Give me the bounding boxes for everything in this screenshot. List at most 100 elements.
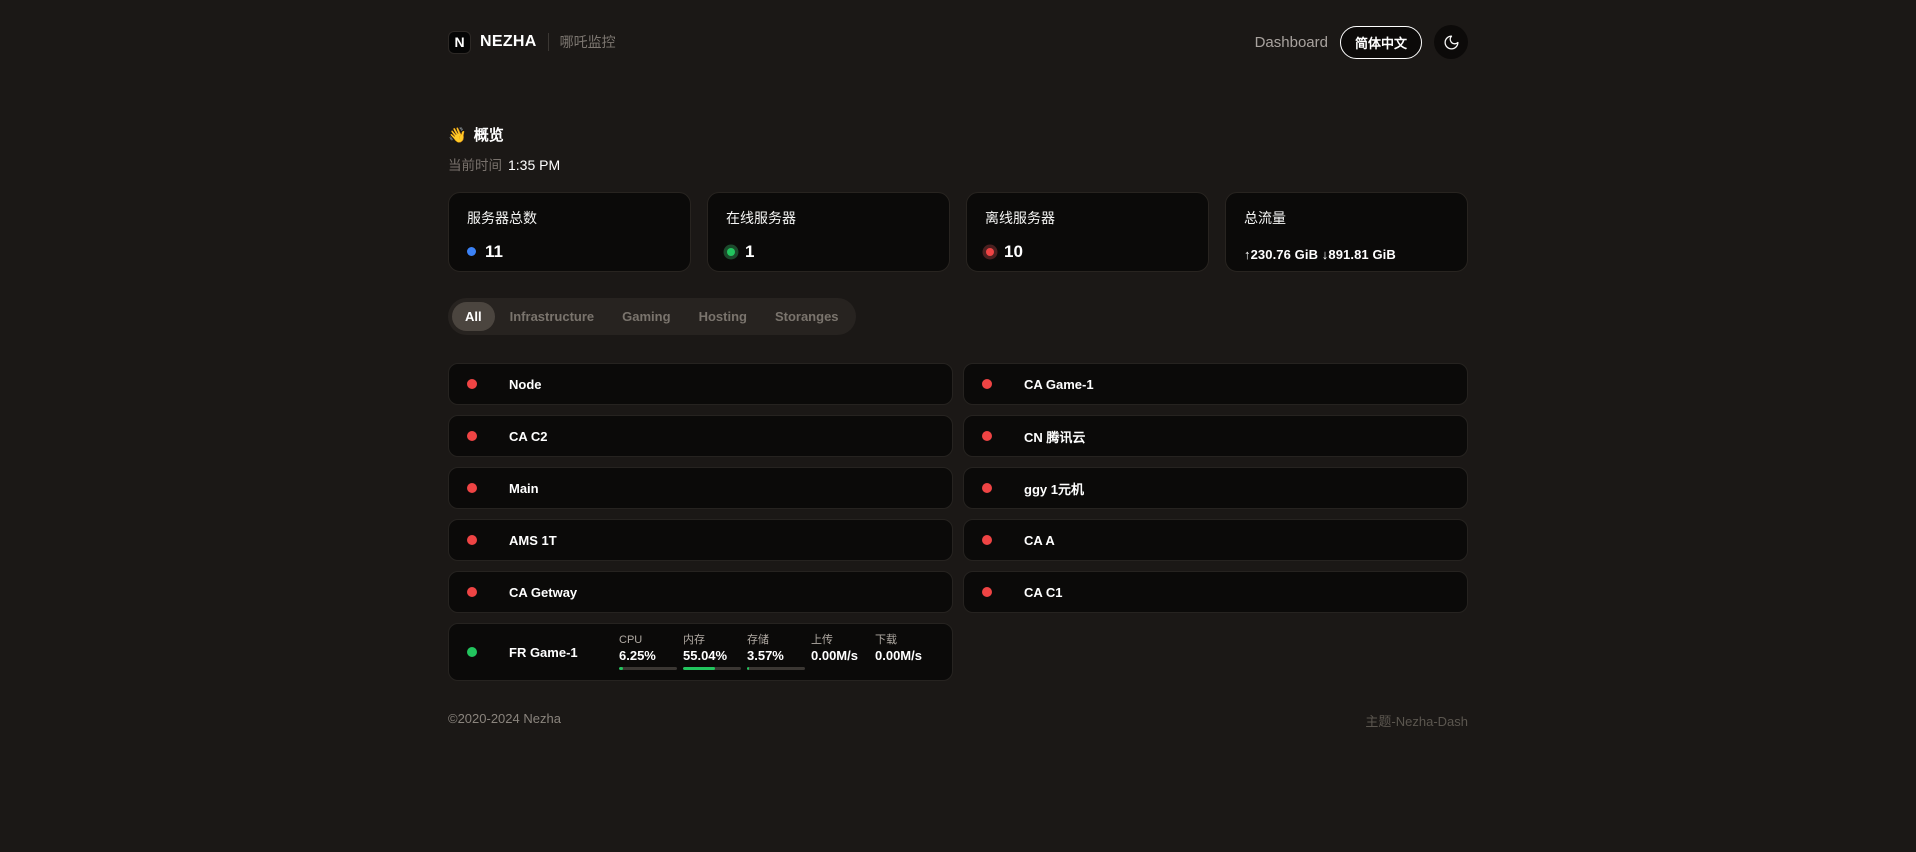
summary-card-value-row: 10 [985, 241, 1190, 262]
summary-card: 服务器总数 11 [448, 192, 691, 272]
server-name: CN 腾讯云 [1024, 427, 1085, 446]
filter-tabs: AllInfrastructureGamingHostingStoranges [448, 298, 856, 335]
server-row[interactable]: ggy 1元机 [963, 467, 1468, 509]
metric-value: 6.25% [619, 648, 677, 663]
status-dot [986, 248, 994, 256]
server-name: FR Game-1 [509, 645, 619, 660]
server-row[interactable]: CN 腾讯云 [963, 415, 1468, 457]
server-name: Main [509, 481, 539, 496]
server-row[interactable]: Node [448, 363, 953, 405]
dashboard-link[interactable]: Dashboard [1255, 34, 1328, 51]
brand[interactable]: N NEZHA 哪吒监控 [448, 31, 616, 54]
server-metric: 内存 55.04% [683, 634, 741, 670]
theme-toggle-button[interactable] [1434, 25, 1468, 59]
filter-tab-storanges[interactable]: Storanges [762, 302, 852, 331]
server-metrics: CPU 6.25% 内存 55.04% 存储 3.57% 上传 0.00M/s … [619, 634, 933, 670]
metric-value: 0.00M/s [811, 648, 869, 663]
page-title: 👋 概览 [448, 124, 1468, 145]
server-name: CA Getway [509, 585, 577, 600]
metric-value: 55.04% [683, 648, 741, 663]
brand-divider [548, 33, 549, 51]
summary-card-value: ↑230.76 GiB ↓891.81 GiB [1244, 247, 1396, 262]
summary-card-label: 在线服务器 [726, 208, 931, 228]
server-grid: Node CA Game-1 CA C2 CN 腾讯云 Main ggy 1元机… [448, 363, 1468, 681]
header: N NEZHA 哪吒监控 Dashboard 简体中文 [0, 0, 1916, 62]
language-button[interactable]: 简体中文 [1340, 26, 1422, 59]
server-row[interactable]: AMS 1T [448, 519, 953, 561]
server-status-dot [982, 587, 992, 597]
server-metric: 下载 0.00M/s [875, 634, 933, 670]
summary-cards: 服务器总数 11 在线服务器 1 离线服务器 10 总流量 ↑230.76 Gi… [448, 192, 1468, 272]
filter-tabs-wrap: AllInfrastructureGamingHostingStoranges [448, 298, 1468, 335]
main-content: 👋 概览 当前时间 1:35 PM 服务器总数 11 在线服务器 1 离线服务器… [448, 124, 1468, 770]
metric-progress-fill [747, 667, 749, 670]
server-status-dot [467, 431, 477, 441]
nezha-logo[interactable]: N [448, 31, 471, 54]
summary-card: 离线服务器 10 [966, 192, 1209, 272]
server-name: CA C2 [509, 429, 548, 444]
server-row[interactable]: CA Getway [448, 571, 953, 613]
status-dot [467, 247, 476, 256]
metric-label: 内存 [683, 634, 741, 647]
metric-label: 下载 [875, 634, 933, 647]
metric-label: 存储 [747, 634, 805, 647]
footer-theme: 主题-Nezha-Dash [1365, 711, 1468, 730]
server-name: CA C1 [1024, 585, 1063, 600]
server-name: CA A [1024, 533, 1055, 548]
summary-card-label: 总流量 [1244, 208, 1449, 228]
summary-card-value: 11 [485, 242, 503, 262]
brand-subtitle: 哪吒监控 [560, 32, 616, 52]
summary-card-value-row: ↑230.76 GiB ↓891.81 GiB [1244, 244, 1449, 265]
page-title-text: 概览 [474, 124, 504, 145]
filter-tab-infrastructure[interactable]: Infrastructure [497, 302, 608, 331]
server-metric: 上传 0.00M/s [811, 634, 869, 670]
summary-card-value-row: 11 [467, 241, 672, 262]
server-row[interactable]: CA C1 [963, 571, 1468, 613]
current-time-label: 当前时间 [448, 154, 502, 174]
server-status-dot [467, 647, 477, 657]
summary-card-value: 1 [745, 242, 754, 262]
summary-card-label: 离线服务器 [985, 208, 1190, 228]
metric-progress-fill [683, 667, 715, 670]
server-status-dot [467, 379, 477, 389]
summary-card: 总流量 ↑230.76 GiB ↓891.81 GiB [1225, 192, 1468, 272]
summary-card-value: 10 [1004, 242, 1023, 262]
server-name: ggy 1元机 [1024, 479, 1084, 498]
metric-progress-bar [747, 667, 805, 670]
filter-tab-gaming[interactable]: Gaming [609, 302, 683, 331]
server-row[interactable]: FR Game-1 CPU 6.25% 内存 55.04% 存储 3.57% 上… [448, 623, 953, 681]
current-time: 当前时间 1:35 PM [448, 154, 1468, 174]
current-time-value: 1:35 PM [508, 157, 560, 173]
overview-section: 👋 概览 当前时间 1:35 PM [448, 124, 1468, 174]
server-row[interactable]: CA C2 [448, 415, 953, 457]
filter-tab-all[interactable]: All [452, 302, 495, 331]
server-status-dot [982, 483, 992, 493]
metric-value: 0.00M/s [875, 648, 933, 663]
server-row[interactable]: CA Game-1 [963, 363, 1468, 405]
server-metric: 存储 3.57% [747, 634, 805, 670]
metric-label: CPU [619, 634, 677, 647]
metric-progress-bar [683, 667, 741, 670]
server-status-dot [467, 535, 477, 545]
page-footer: ©2020-2024 Nezha 主题-Nezha-Dash [448, 711, 1468, 770]
brand-name: NEZHA [480, 33, 537, 51]
wave-emoji: 👋 [448, 126, 467, 144]
metric-progress-fill [619, 667, 623, 670]
server-status-dot [982, 431, 992, 441]
summary-card-value-row: 1 [726, 241, 931, 262]
metric-value: 3.57% [747, 648, 805, 663]
server-status-dot [467, 587, 477, 597]
server-row[interactable]: CA A [963, 519, 1468, 561]
moon-icon [1443, 34, 1460, 51]
server-row[interactable]: Main [448, 467, 953, 509]
filter-tab-hosting[interactable]: Hosting [686, 302, 760, 331]
metric-progress-bar [619, 667, 677, 670]
footer-copyright: ©2020-2024 Nezha [448, 711, 561, 730]
metric-label: 上传 [811, 634, 869, 647]
server-status-dot [982, 379, 992, 389]
status-dot [727, 248, 735, 256]
server-name: Node [509, 377, 542, 392]
summary-card: 在线服务器 1 [707, 192, 950, 272]
server-status-dot [982, 535, 992, 545]
summary-card-label: 服务器总数 [467, 208, 672, 228]
